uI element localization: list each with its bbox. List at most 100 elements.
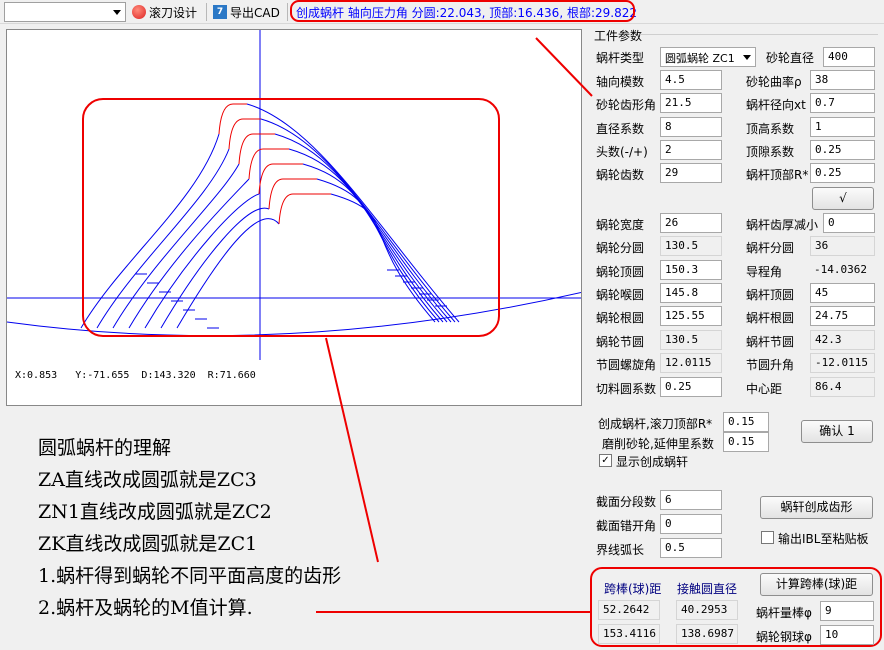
helix-label: 节圆螺旋角 — [596, 358, 657, 372]
drawing-canvas[interactable]: X:0.853 Y:-71.655 D:143.320 R:71.660 — [6, 29, 582, 406]
profile-left-flank — [176, 218, 280, 329]
contact-dia-label: 接触圆直径 — [677, 582, 738, 596]
export-cad-button[interactable]: 7 导出CAD — [213, 2, 280, 22]
worm-root-label: 蜗杆根圆 — [746, 311, 795, 325]
wheel-pitch-value: 130.5 — [660, 236, 722, 256]
status-highlight-box — [290, 0, 635, 22]
section-offset-input[interactable]: 0 — [660, 514, 722, 534]
addendum-coef-input[interactable]: 1 — [810, 117, 875, 137]
worm-type-label: 蜗杆类型 — [596, 51, 645, 65]
wheel-node-label: 蜗轮节圆 — [596, 335, 645, 349]
span-dist-label: 跨棒(球)距 — [604, 582, 662, 596]
worm-root-input[interactable]: 24.75 — [810, 306, 875, 326]
wheel-width-label: 蜗轮宽度 — [596, 218, 645, 232]
wheel-throat-label: 蜗轮喉圆 — [596, 288, 645, 302]
profile-angle-label: 砂轮齿形角 — [596, 98, 657, 112]
worm-pitch-label: 蜗杆分圆 — [746, 241, 795, 255]
grind-ext-label: 磨削砂轮,延伸里系数 — [602, 437, 714, 451]
clearance-coef-input[interactable]: 0.25 — [810, 140, 875, 160]
wheel-dia-input[interactable]: 400 — [823, 47, 875, 67]
group-title: 工件参数 — [594, 29, 643, 43]
wheel-tip-input[interactable]: 150.3 — [660, 260, 722, 280]
confirm-button[interactable]: 确认 1 — [801, 420, 873, 443]
starts-input[interactable]: 2 — [660, 140, 722, 160]
note-line: ZA直线改成圆弧就是ZC3 — [38, 469, 257, 491]
profile-left-flank — [128, 178, 250, 329]
output-ibl-label: 输出IBL至粘贴板 — [778, 532, 869, 546]
wheel-root-input[interactable]: 125.55 — [660, 306, 722, 326]
worm-node-label: 蜗杆节圆 — [746, 335, 795, 349]
wheel-ball-label: 蜗轮钢球φ — [756, 630, 812, 644]
section-count-input[interactable]: 6 — [660, 490, 722, 510]
gen-tip-label: 创成蜗杆,滚刀顶部R* — [598, 417, 713, 431]
worm-rod-label: 蜗杆量棒φ — [756, 606, 812, 620]
lead-angle-label: 导程角 — [746, 265, 783, 279]
profile-drawing — [7, 30, 581, 360]
hob-design-button[interactable]: 滚刀设计 — [132, 2, 197, 22]
wheel-curv-input[interactable]: 38 — [810, 70, 875, 90]
lift-value: -12.0115 — [810, 353, 875, 373]
worm-pitch-value: 36 — [810, 236, 875, 256]
tip-r-input[interactable]: 0.25 — [810, 163, 875, 183]
addendum-coef-label: 顶高系数 — [746, 122, 795, 136]
root-arc — [7, 291, 581, 337]
cut-coef-input[interactable]: 0.25 — [660, 377, 722, 397]
teeth-label: 蜗轮齿数 — [596, 168, 645, 182]
profile-right-flank — [330, 193, 436, 323]
wheel-width-input[interactable]: 26 — [660, 213, 722, 233]
note-line: 2.蜗杆及蜗轮的M值计算. — [38, 597, 253, 619]
worm-node-value: 42.3 — [810, 330, 875, 350]
dia-coef-label: 直径系数 — [596, 122, 645, 136]
note-line: ZK直线改成圆弧就是ZC1 — [38, 533, 258, 555]
contact-value-2: 138.6987 — [676, 624, 738, 644]
check-button[interactable]: √ — [812, 187, 874, 210]
note-line: ZN1直线改成圆弧就是ZC2 — [38, 501, 272, 523]
starts-label: 头数(-/+) — [596, 145, 648, 159]
view-combo[interactable] — [4, 2, 126, 22]
center-dist-value: 86.4 — [810, 377, 875, 397]
output-ibl-checkbox[interactable] — [761, 531, 774, 544]
worm-profile-button[interactable]: 蜗轩创成齿形 — [760, 496, 873, 519]
clearance-coef-label: 顶隙系数 — [746, 145, 795, 159]
lead-angle-value: -14.0362 — [814, 263, 867, 276]
thickness-red-input[interactable]: 0 — [823, 213, 875, 233]
contact-value-1: 40.2953 — [676, 600, 738, 620]
cad-export-icon: 7 — [213, 5, 227, 19]
helix-value: 12.0115 — [660, 353, 722, 373]
boundary-label: 界线弧长 — [596, 543, 645, 557]
profile-left-flank — [144, 193, 260, 329]
worm-tip-input[interactable]: 45 — [810, 283, 875, 303]
axial-module-label: 轴向模数 — [596, 75, 645, 89]
worm-type-select[interactable]: 圆弧蜗轮 ZC1 — [660, 47, 756, 67]
profile-angle-input[interactable]: 21.5 — [660, 93, 722, 113]
boundary-input[interactable]: 0.5 — [660, 538, 722, 558]
wheel-curv-label: 砂轮曲率ρ — [746, 75, 802, 89]
thickness-red-label: 蜗杆齿厚减小 — [746, 218, 819, 232]
profile-right-flank — [316, 178, 440, 323]
show-gen-checkbox[interactable]: ✓ — [599, 454, 612, 467]
wheel-throat-input[interactable]: 145.8 — [660, 283, 722, 303]
wheel-ball-input[interactable]: 10 — [820, 625, 874, 645]
radial-coef-input[interactable]: 0.7 — [810, 93, 875, 113]
annotation-notes: 圆弧蜗杆的理解 ZA直线改成圆弧就是ZC3 ZN1直线改成圆弧就是ZC2 ZK直… — [38, 432, 341, 624]
dia-coef-input[interactable]: 8 — [660, 117, 722, 137]
span-value-2: 153.4116 — [598, 624, 660, 644]
profile-right-flank — [288, 148, 448, 323]
hob-icon — [132, 5, 146, 19]
calc-span-button[interactable]: 计算跨棒(球)距 — [760, 573, 873, 596]
chevron-down-icon — [113, 10, 121, 15]
gen-tip-input[interactable]: 0.15 — [723, 412, 769, 432]
axial-module-input[interactable]: 4.5 — [660, 70, 722, 90]
wheel-root-label: 蜗轮根圆 — [596, 311, 645, 325]
worm-rod-input[interactable]: 9 — [820, 601, 874, 621]
profile-left-flank — [80, 133, 220, 329]
show-gen-label: 显示创成蜗轩 — [616, 455, 689, 469]
tip-r-label: 蜗杆顶部R* — [746, 168, 809, 182]
cut-coef-label: 切料圆系数 — [596, 382, 657, 396]
grind-ext-input[interactable]: 0.15 — [723, 432, 769, 452]
parameter-panel: 工件参数 蜗杆类型 圆弧蜗轮 ZC1 砂轮直径 400 轴向模数 4.5 砂轮曲… — [590, 27, 882, 647]
chevron-down-icon — [743, 55, 751, 60]
center-dist-label: 中心距 — [746, 382, 783, 396]
note-line: 1.蜗杆得到蜗轮不同平面高度的齿形 — [38, 565, 342, 587]
teeth-input[interactable]: 29 — [660, 163, 722, 183]
